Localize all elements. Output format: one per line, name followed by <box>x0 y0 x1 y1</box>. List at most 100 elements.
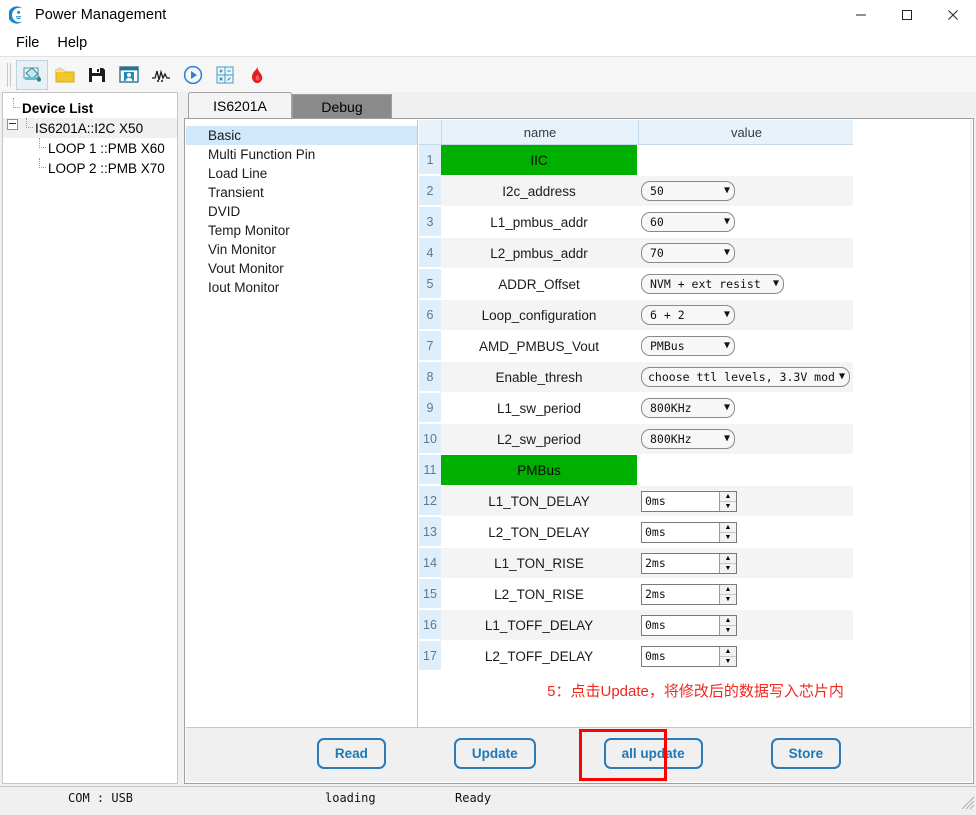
row-number: 13 <box>419 517 441 547</box>
value-spinner[interactable]: 0ms▲▼ <box>641 646 737 667</box>
value-dropdown[interactable]: NVM + ext resist▼ <box>641 274 784 294</box>
close-button[interactable] <box>930 0 976 29</box>
section-item-dvid[interactable]: DVID <box>186 202 417 221</box>
value-dropdown[interactable]: 50▼ <box>641 181 735 201</box>
chevron-down-icon[interactable]: ▼ <box>724 248 730 258</box>
section-item-load-line[interactable]: Load Line <box>186 164 417 183</box>
chevron-down-icon[interactable]: ▼ <box>724 403 730 413</box>
spinner-value[interactable]: 0ms <box>642 492 719 511</box>
table-row[interactable]: 5ADDR_OffsetNVM + ext resist▼ <box>419 269 853 300</box>
play-circle-icon[interactable] <box>178 61 208 89</box>
spinner-down-icon[interactable]: ▼ <box>720 502 736 511</box>
maximize-button[interactable] <box>884 0 930 29</box>
spinner-value[interactable]: 0ms <box>642 523 719 542</box>
section-item-iout-monitor[interactable]: Iout Monitor <box>186 278 417 297</box>
spinner-up-icon[interactable]: ▲ <box>720 616 736 626</box>
store-button[interactable]: Store <box>771 738 842 769</box>
monitor-user-icon[interactable] <box>114 61 144 89</box>
section-item-vin-monitor[interactable]: Vin Monitor <box>186 240 417 259</box>
table-row[interactable]: 15L2_TON_RISE2ms▲▼ <box>419 579 853 610</box>
table-row[interactable]: 6Loop_configuration6 + 2▼ <box>419 300 853 331</box>
table-row[interactable]: 16L1_TOFF_DELAY0ms▲▼ <box>419 610 853 641</box>
chevron-down-icon[interactable]: ▼ <box>773 279 779 289</box>
table-row[interactable]: 1IIC <box>419 145 853 176</box>
value-spinner[interactable]: 0ms▲▼ <box>641 522 737 543</box>
table-row[interactable]: 17L2_TOFF_DELAY0ms▲▼ <box>419 641 853 672</box>
flame-icon[interactable] <box>242 61 272 89</box>
spinner-value[interactable]: 2ms <box>642 585 719 604</box>
table-row[interactable]: 9L1_sw_period800KHz▼ <box>419 393 853 424</box>
menu-item-file[interactable]: File <box>7 33 48 53</box>
value-dropdown[interactable]: choose ttl levels, 3.3V mod▼ <box>641 367 850 387</box>
vertical-scrollbar[interactable] <box>970 120 972 782</box>
paint-bucket-icon[interactable] <box>16 60 48 90</box>
tab-debug[interactable]: Debug <box>292 94 392 118</box>
spinner-up-icon[interactable]: ▲ <box>720 523 736 533</box>
spinner-up-icon[interactable]: ▲ <box>720 585 736 595</box>
table-row[interactable]: 7AMD_PMBUS_VoutPMBus▼ <box>419 331 853 362</box>
table-row[interactable]: 12L1_TON_DELAY0ms▲▼ <box>419 486 853 517</box>
spinner-up-icon[interactable]: ▲ <box>720 647 736 657</box>
spinner-value[interactable]: 0ms <box>642 647 719 666</box>
section-item-temp-monitor[interactable]: Temp Monitor <box>186 221 417 240</box>
section-item-multi-function-pin[interactable]: Multi Function Pin <box>186 145 417 164</box>
value-spinner[interactable]: 2ms▲▼ <box>641 584 737 605</box>
table-row[interactable]: 2I2c_address50▼ <box>419 176 853 207</box>
parameter-value-cell: 50▼ <box>637 176 857 206</box>
table-row[interactable]: 13L2_TON_DELAY0ms▲▼ <box>419 517 853 548</box>
section-header-cell: PMBus <box>441 455 637 485</box>
save-disk-icon[interactable] <box>82 61 112 89</box>
section-item-vout-monitor[interactable]: Vout Monitor <box>186 259 417 278</box>
tree-node-loop1[interactable]: LOOP 1 ::PMB X60 <box>3 138 177 158</box>
resize-grip-icon[interactable] <box>961 796 975 810</box>
table-row[interactable]: 4L2_pmbus_addr70▼ <box>419 238 853 269</box>
table-row[interactable]: 11PMBus <box>419 455 853 486</box>
chevron-down-icon[interactable]: ▼ <box>724 217 730 227</box>
device-list-panel: Device List IS6201A::I2C X50 LOOP 1 ::PM… <box>2 92 178 784</box>
value-spinner[interactable]: 2ms▲▼ <box>641 553 737 574</box>
update-button[interactable]: Update <box>454 738 536 769</box>
tree-line-icon <box>7 98 20 118</box>
section-item-transient[interactable]: Transient <box>186 183 417 202</box>
table-row[interactable]: 8Enable_threshchoose ttl levels, 3.3V mo… <box>419 362 853 393</box>
menu-item-help[interactable]: Help <box>48 33 96 53</box>
value-dropdown[interactable]: PMBus▼ <box>641 336 735 356</box>
table-row[interactable]: 14L1_TON_RISE2ms▲▼ <box>419 548 853 579</box>
calculator-icon[interactable] <box>210 61 240 89</box>
spinner-down-icon[interactable]: ▼ <box>720 533 736 542</box>
spinner-value[interactable]: 0ms <box>642 616 719 635</box>
table-row[interactable]: 3L1_pmbus_addr60▼ <box>419 207 853 238</box>
toolbar-grip[interactable] <box>6 63 13 87</box>
chevron-down-icon[interactable]: ▼ <box>724 434 730 444</box>
minimize-button[interactable] <box>838 0 884 29</box>
open-folder-icon[interactable] <box>50 61 80 89</box>
parameter-name-cell: L1_sw_period <box>441 393 637 423</box>
spinner-value[interactable]: 2ms <box>642 554 719 573</box>
section-item-basic[interactable]: Basic <box>186 126 417 145</box>
waveform-icon[interactable] <box>146 61 176 89</box>
spinner-down-icon[interactable]: ▼ <box>720 657 736 666</box>
table-row[interactable]: 10L2_sw_period800KHz▼ <box>419 424 853 455</box>
chevron-down-icon[interactable]: ▼ <box>724 186 730 196</box>
read-button[interactable]: Read <box>317 738 386 769</box>
spinner-up-icon[interactable]: ▲ <box>720 554 736 564</box>
spinner-down-icon[interactable]: ▼ <box>720 595 736 604</box>
chevron-down-icon[interactable]: ▼ <box>839 372 845 382</box>
tree-node-is6201a[interactable]: IS6201A::I2C X50 <box>3 118 177 138</box>
value-dropdown[interactable]: 60▼ <box>641 212 735 232</box>
chevron-down-icon[interactable]: ▼ <box>724 341 730 351</box>
chevron-down-icon[interactable]: ▼ <box>724 310 730 320</box>
tree-node-loop2[interactable]: LOOP 2 ::PMB X70 <box>3 158 177 178</box>
value-dropdown[interactable]: 800KHz▼ <box>641 429 735 449</box>
value-spinner[interactable]: 0ms▲▼ <box>641 491 737 512</box>
value-dropdown[interactable]: 6 + 2▼ <box>641 305 735 325</box>
tab-is6201a[interactable]: IS6201A <box>188 92 292 118</box>
spinner-down-icon[interactable]: ▼ <box>720 564 736 573</box>
parameter-name-cell: Loop_configuration <box>441 300 637 330</box>
value-spinner[interactable]: 0ms▲▼ <box>641 615 737 636</box>
value-dropdown[interactable]: 70▼ <box>641 243 735 263</box>
spinner-up-icon[interactable]: ▲ <box>720 492 736 502</box>
spinner-down-icon[interactable]: ▼ <box>720 626 736 635</box>
expander-icon[interactable] <box>7 118 20 138</box>
value-dropdown[interactable]: 800KHz▼ <box>641 398 735 418</box>
